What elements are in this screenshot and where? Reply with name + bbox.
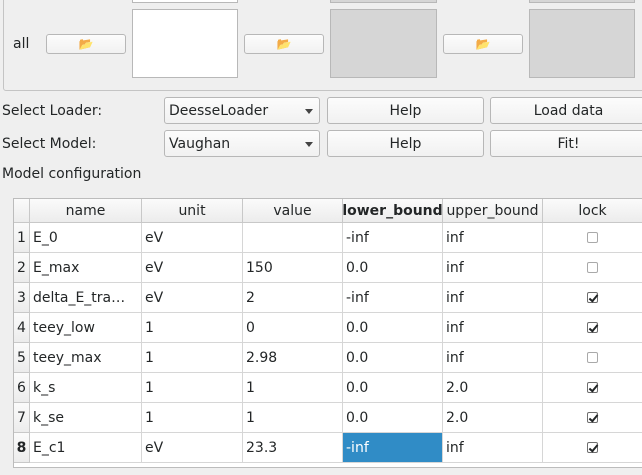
cell-value-6[interactable]: 1 [243,373,343,403]
cell-upper-4[interactable]: inf [443,313,543,343]
cell-name-7[interactable]: k_se [30,403,142,433]
lock-checkbox-4[interactable] [587,322,598,333]
cell-lower-1[interactable]: -inf [343,223,443,253]
cell-lock-6[interactable] [543,373,642,403]
preview-box-2 [330,9,437,78]
browse-button-1[interactable]: 📂 [46,34,126,54]
cell-upper-5[interactable]: inf [443,343,543,373]
preview-box-1 [132,9,238,78]
model-combobox-value: Vaughan [169,135,231,152]
browse-button-3[interactable]: 📂 [443,34,523,54]
cell-lock-1[interactable] [543,223,642,253]
lock-checkbox-1[interactable] [587,232,598,243]
cell-name-2[interactable]: E_max [30,253,142,283]
cell-value-2[interactable]: 150 [243,253,343,283]
cell-value-5[interactable]: 2.98 [243,343,343,373]
cell-unit-5[interactable]: 1 [142,343,243,373]
cell-lock-7[interactable] [543,403,642,433]
cell-lower-3[interactable]: -inf [343,283,443,313]
lock-checkbox-6[interactable] [587,382,598,393]
cell-name-5[interactable]: teey_max [30,343,142,373]
cell-upper-7[interactable]: 2.0 [443,403,543,433]
cell-lower-8-selected[interactable]: -inf [343,433,443,463]
cell-upper-6[interactable]: 2.0 [443,373,543,403]
all-label: all [13,36,30,52]
model-configuration-title: Model configuration [2,166,142,182]
folder-open-icon: 📂 [475,37,491,51]
row-header-6[interactable]: 6 [14,373,30,403]
cell-name-8[interactable]: E_c1 [30,433,142,463]
loader-help-button[interactable]: Help [327,97,484,124]
cell-name-3[interactable]: delta_E_tra… [30,283,142,313]
column-header-lock[interactable]: lock [543,199,642,223]
cell-unit-2[interactable]: eV [142,253,243,283]
column-header-name[interactable]: name [30,199,142,223]
cell-lower-5[interactable]: 0.0 [343,343,443,373]
column-header-lower-bound[interactable]: lower_bound [342,199,443,223]
preview-box-2-top [330,0,437,3]
row-header-4[interactable]: 4 [14,313,30,343]
preview-box-3 [529,9,635,78]
cell-upper-8[interactable]: inf [443,433,543,463]
loader-combobox-value: DeesseLoader [169,102,269,119]
cell-unit-6[interactable]: 1 [142,373,243,403]
cell-lower-7[interactable]: 0.0 [343,403,443,433]
cell-upper-1[interactable]: inf [443,223,543,253]
cell-lock-4[interactable] [543,313,642,343]
row-header-8[interactable]: 8 [14,433,30,463]
cell-value-3[interactable]: 2 [243,283,343,313]
model-combobox[interactable]: Vaughan [164,130,320,157]
cell-lower-4[interactable]: 0.0 [343,313,443,343]
cell-unit-8[interactable]: eV [142,433,243,463]
cell-unit-3[interactable]: eV [142,283,243,313]
preview-box-3-top [529,0,635,3]
lock-checkbox-3[interactable] [587,292,598,303]
load-data-button[interactable]: Load data [490,97,642,124]
cell-value-7[interactable]: 1 [243,403,343,433]
cell-lock-8[interactable] [543,433,642,463]
row-header-5[interactable]: 5 [14,343,30,373]
lock-checkbox-7[interactable] [587,412,598,423]
cell-unit-1[interactable]: eV [142,223,243,253]
corner-header[interactable] [14,199,30,223]
cell-name-6[interactable]: k_s [30,373,142,403]
model-config-table[interactable]: name unit value lower_bound upper_bound … [13,198,642,468]
column-header-unit[interactable]: unit [142,199,243,223]
cell-value-1[interactable] [243,223,343,253]
preview-box-1-top [132,0,238,3]
cell-unit-4[interactable]: 1 [142,313,243,343]
cell-lock-3[interactable] [543,283,642,313]
select-loader-label: Select Loader: [2,103,103,119]
row-header-2[interactable]: 2 [14,253,30,283]
column-header-upper-bound[interactable]: upper_bound [443,199,543,223]
select-model-label: Select Model: [2,136,97,152]
browse-button-2[interactable]: 📂 [244,34,324,54]
cell-lock-5[interactable] [543,343,642,373]
cell-unit-7[interactable]: 1 [142,403,243,433]
folder-open-icon: 📂 [276,37,292,51]
cell-name-1[interactable]: E_0 [30,223,142,253]
lock-checkbox-2[interactable] [587,262,598,273]
cell-lower-2[interactable]: 0.0 [343,253,443,283]
column-header-value[interactable]: value [243,199,343,223]
cell-value-4[interactable]: 0 [243,313,343,343]
loader-combobox[interactable]: DeesseLoader [164,97,320,124]
row-header-3[interactable]: 3 [14,283,30,313]
folder-open-icon: 📂 [78,37,94,51]
row-header-7[interactable]: 7 [14,403,30,433]
row-header-1[interactable]: 1 [14,223,30,253]
chevron-down-icon [305,109,313,114]
lock-checkbox-8[interactable] [587,442,598,453]
cell-value-8[interactable]: 23.3 [243,433,343,463]
chevron-down-icon [305,142,313,147]
cell-upper-2[interactable]: inf [443,253,543,283]
model-help-button[interactable]: Help [327,130,484,157]
cell-lock-2[interactable] [543,253,642,283]
lock-checkbox-5[interactable] [587,352,598,363]
cell-name-4[interactable]: teey_low [30,313,142,343]
fit-button[interactable]: Fit! [490,130,642,157]
cell-upper-3[interactable]: inf [443,283,543,313]
cell-lower-6[interactable]: 0.0 [343,373,443,403]
